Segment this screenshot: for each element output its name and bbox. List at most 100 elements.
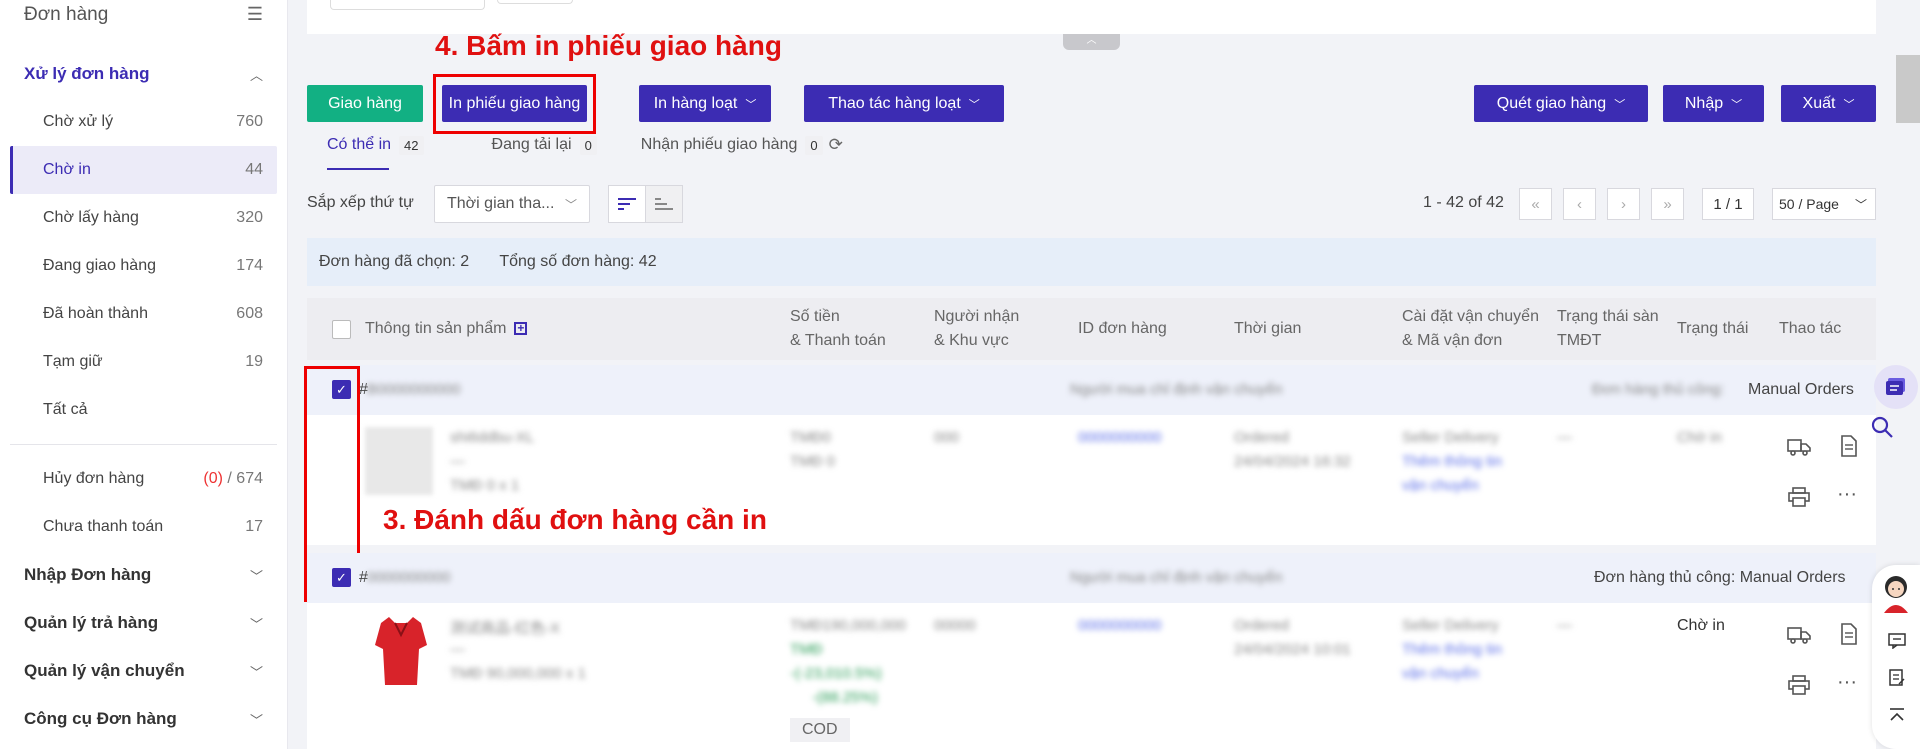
bulk-action-button[interactable]: Thao tác hàng loạt ﹀ xyxy=(804,85,1004,122)
bulk-print-button[interactable]: In hàng loạt ﹀ xyxy=(639,85,771,122)
recipient-blurred: 000 xyxy=(934,429,960,446)
order-id-blurred[interactable]: 0000000000 xyxy=(1078,617,1161,634)
notes-icon[interactable] xyxy=(1888,669,1906,692)
ecom-status-blurred: — xyxy=(1557,429,1572,446)
last-page-icon[interactable]: » xyxy=(1651,188,1684,220)
order-source: Đơn hàng thủ công: Manual Orders xyxy=(1594,569,1846,586)
more-icon[interactable]: ··· xyxy=(1837,671,1857,694)
sidebar-item-all[interactable]: Tất cả xyxy=(10,386,277,434)
page-input[interactable]: 1 / 1 xyxy=(1702,188,1754,220)
group-label: Công cụ Đơn hàng xyxy=(24,709,177,728)
sidebar-item-label: Đã hoàn thành xyxy=(43,305,148,322)
sort-desc-icon[interactable] xyxy=(608,185,646,223)
support-avatar-icon[interactable] xyxy=(1879,573,1913,613)
document-icon[interactable] xyxy=(1840,435,1858,463)
annotation-step-4: 4. Bấm in phiếu giao hàng xyxy=(435,30,782,61)
group-shipping-management[interactable]: Quản lý vận chuyển ﹀ xyxy=(0,647,287,695)
shipping-info-link-blurred-2[interactable]: vận chuyển xyxy=(1402,665,1479,682)
sidebar-item-on-hold[interactable]: Tạm giữ 19 xyxy=(10,338,277,386)
filter-panel xyxy=(307,0,1876,34)
order-header-row: ✓ # 0000000000 Người mua chỉ định vận ch… xyxy=(307,553,1876,603)
chat-icon[interactable] xyxy=(1874,365,1918,409)
tab-printable[interactable]: Có thể in 42 xyxy=(327,136,424,172)
truck-icon[interactable] xyxy=(1787,437,1811,463)
annotation-step-3: 3. Đánh dấu đơn hàng cần in xyxy=(383,504,767,535)
sort-asc-icon[interactable] xyxy=(645,185,683,223)
sidebar-item-unpaid[interactable]: Chưa thanh toán 17 xyxy=(10,503,277,551)
collapse-sidebar-icon[interactable]: ☰ xyxy=(247,4,263,25)
chevron-down-icon: ﹀ xyxy=(249,616,263,632)
chevron-down-icon: ﹀ xyxy=(1614,98,1626,111)
search-icon[interactable] xyxy=(1870,415,1894,445)
sort-pagination-row: Sắp xếp thứ tự Thời gian tha... ﹀ 1 - 42… xyxy=(307,185,1876,223)
col-ecom-status-line1: Trạng thái sàn xyxy=(1557,308,1659,325)
product-price-blurred: TMĐ 0 x 1 xyxy=(450,477,520,494)
status-blurred: Chờ in xyxy=(1677,429,1722,446)
back-to-top-icon[interactable] xyxy=(1888,707,1906,728)
print-icon[interactable] xyxy=(1788,675,1810,701)
product-shirt-image xyxy=(375,617,427,685)
tab-label: Có thể in xyxy=(327,136,392,153)
group-order-processing[interactable]: Xử lý đơn hàng ︿ xyxy=(0,50,287,98)
group-label: Quản lý vận chuyển xyxy=(24,661,185,680)
sidebar-item-awaiting-print[interactable]: Chờ in 44 xyxy=(10,146,277,194)
feedback-icon[interactable] xyxy=(1888,633,1906,654)
print-icon[interactable] xyxy=(1788,487,1810,513)
sidebar-item-shipping[interactable]: Đang giao hàng 174 xyxy=(10,242,277,290)
amount-blurred: TMĐ190,000,000 xyxy=(790,617,906,634)
sidebar-item-label: Chờ in xyxy=(43,161,91,178)
col-recipient: Người nhận & Khu vực xyxy=(934,305,1019,353)
scrollbar-thumb[interactable] xyxy=(1896,55,1920,123)
import-button[interactable]: Nhập ﹀ xyxy=(1663,85,1764,122)
refresh-icon[interactable]: ⟳ xyxy=(829,136,843,154)
sidebar-item-label: Tạm giữ xyxy=(43,353,103,370)
time-status-blurred: Ordered xyxy=(1234,617,1290,634)
product-name-blurred: shi6ddbu-XL xyxy=(450,429,535,446)
shipping-info-link-blurred[interactable]: Thêm thông tin xyxy=(1402,453,1502,470)
tab-reloading[interactable]: Đang tải lại 0 xyxy=(492,136,597,172)
total-count: Tổng số đơn hàng: 42 xyxy=(499,253,657,270)
buyer-ship-note-blurred: Người mua chỉ định vận chuyển xyxy=(1070,569,1283,586)
select-all-checkbox[interactable] xyxy=(332,320,351,339)
next-page-icon[interactable]: › xyxy=(1607,188,1640,220)
ecom-status-blurred: — xyxy=(1557,617,1572,634)
shipping-info-link-blurred[interactable]: Thêm thông tin xyxy=(1402,641,1502,658)
sidebar-item-awaiting-pickup[interactable]: Chờ lấy hàng 320 xyxy=(10,194,277,242)
chevron-down-icon: ﹀ xyxy=(249,664,263,680)
sidebar-item-completed[interactable]: Đã hoàn thành 608 xyxy=(10,290,277,338)
group-order-tools[interactable]: Công cụ Đơn hàng ﹀ xyxy=(0,695,287,743)
scan-ship-button[interactable]: Quét giao hàng ﹀ xyxy=(1474,85,1648,122)
more-icon[interactable]: ··· xyxy=(1837,483,1857,506)
tab-receive-slip[interactable]: Nhận phiếu giao hàng 0 ⟳ xyxy=(641,136,843,172)
add-column-icon[interactable]: + xyxy=(514,322,528,336)
order-checkbox[interactable]: ✓ xyxy=(332,568,351,587)
sidebar-item-count: 320 xyxy=(236,209,263,226)
sidebar-item-count: 19 xyxy=(245,353,263,370)
group-import-orders[interactable]: Nhập Đơn hàng ﹀ xyxy=(0,551,287,599)
group-returns[interactable]: Quản lý trả hàng ﹀ xyxy=(0,599,287,647)
sidebar-item-count: 174 xyxy=(236,257,263,274)
col-status: Trạng thái xyxy=(1677,320,1749,337)
cancelled-count-total: / 674 xyxy=(222,470,263,487)
first-page-icon[interactable]: « xyxy=(1519,188,1552,220)
prev-page-icon[interactable]: ‹ xyxy=(1563,188,1596,220)
shipping-info-link-blurred-2[interactable]: vận chuyển xyxy=(1402,477,1479,494)
sort-select[interactable]: Thời gian tha... ﹀ xyxy=(434,185,590,223)
filter-input[interactable] xyxy=(330,0,485,10)
page-size-select[interactable]: 50 / Page ﹀ xyxy=(1772,188,1876,220)
filter-button[interactable] xyxy=(497,0,573,4)
truck-icon[interactable] xyxy=(1787,625,1811,651)
sidebar-item-pending[interactable]: Chờ xử lý 760 xyxy=(10,98,277,146)
order-number-blurred: B0000000000 xyxy=(367,381,461,398)
sidebar-item-cancelled[interactable]: Hủy đơn hàng (0) / 674 xyxy=(10,455,277,503)
order-id-blurred[interactable]: 0000000000 xyxy=(1078,429,1161,446)
time-status-blurred: Ordered xyxy=(1234,429,1290,446)
recipient-blurred: 00000 xyxy=(934,617,976,634)
print-delivery-slip-button[interactable]: In phiếu giao hàng xyxy=(442,85,587,122)
chevron-down-icon: ﹀ xyxy=(1731,98,1743,111)
sidebar-item-count: 44 xyxy=(245,161,263,178)
document-icon[interactable] xyxy=(1840,623,1858,651)
export-button[interactable]: Xuất ﹀ xyxy=(1781,85,1876,122)
ship-button[interactable]: Giao hàng xyxy=(307,85,423,122)
collapse-filter-tab[interactable]: ︿ xyxy=(1063,34,1120,50)
